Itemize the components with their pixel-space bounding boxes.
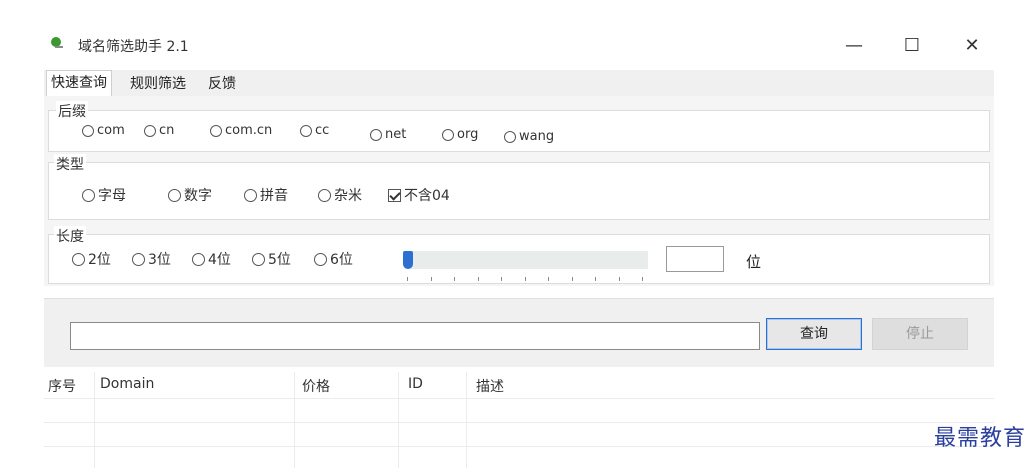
checkbox-checked-icon bbox=[388, 188, 401, 202]
slider-tick bbox=[524, 277, 526, 281]
slider-tick bbox=[642, 277, 643, 281]
radio-icon bbox=[252, 252, 265, 266]
suffix-org-radio[interactable]: org bbox=[442, 127, 478, 142]
suffix-net-radio[interactable]: net bbox=[370, 127, 406, 142]
radio-icon bbox=[82, 124, 94, 137]
tab-rule-filter[interactable]: 规则筛选 bbox=[126, 72, 190, 96]
length-4-radio[interactable]: 4位 bbox=[192, 249, 231, 269]
type-label: 类型 bbox=[54, 154, 86, 174]
window-title: 域名筛选助手 2.1 bbox=[78, 39, 189, 55]
slider-tick bbox=[595, 277, 596, 281]
column-divider bbox=[294, 372, 295, 468]
length-label: 长度 bbox=[54, 226, 86, 246]
radio-icon bbox=[314, 252, 327, 266]
slider-tick bbox=[477, 277, 479, 281]
type-mixed-radio[interactable]: 杂米 bbox=[318, 185, 362, 205]
radio-icon bbox=[442, 128, 454, 141]
results-table-header: 序号 Domain 价格 ID 描述 bbox=[44, 372, 994, 398]
radio-icon bbox=[370, 128, 382, 141]
radio-icon bbox=[132, 252, 145, 266]
radio-icon bbox=[318, 188, 331, 202]
row-divider bbox=[44, 422, 994, 423]
tab-feedback[interactable]: 反馈 bbox=[204, 72, 240, 96]
row-divider bbox=[44, 398, 994, 399]
tab-bar: 快速查询 规则筛选 反馈 bbox=[44, 70, 994, 98]
search-button[interactable]: 查询 bbox=[766, 318, 862, 350]
radio-icon bbox=[72, 252, 85, 266]
suffix-wang-radio[interactable]: wang bbox=[504, 129, 554, 144]
type-letter-radio[interactable]: 字母 bbox=[82, 185, 126, 205]
slider-tick bbox=[571, 277, 573, 281]
column-header-price[interactable]: 价格 bbox=[302, 376, 330, 396]
radio-icon bbox=[144, 124, 156, 137]
minimize-icon: — bbox=[845, 34, 863, 56]
column-header-id[interactable]: ID bbox=[408, 376, 423, 392]
length-number-input[interactable] bbox=[666, 246, 724, 272]
slider-tick bbox=[548, 277, 549, 281]
close-icon: ✕ bbox=[964, 34, 980, 56]
tab-quick-query[interactable]: 快速查询 bbox=[46, 70, 112, 98]
app-leaf-icon bbox=[51, 37, 63, 48]
slider-tick bbox=[430, 277, 432, 281]
exclude-04-checkbox[interactable]: 不含04 bbox=[388, 185, 450, 205]
suffix-cc-radio[interactable]: cc bbox=[300, 123, 329, 138]
maximize-button[interactable]: ☐ bbox=[892, 30, 932, 60]
radio-icon bbox=[244, 188, 257, 202]
minimize-button[interactable]: — bbox=[834, 30, 874, 60]
length-6-radio[interactable]: 6位 bbox=[314, 249, 353, 269]
suffix-label: 后缀 bbox=[56, 101, 88, 121]
query-input[interactable] bbox=[70, 322, 760, 350]
length-2-radio[interactable]: 2位 bbox=[72, 249, 111, 269]
radio-icon bbox=[210, 124, 222, 137]
slider-tick bbox=[618, 277, 620, 281]
slider-tick bbox=[454, 277, 455, 281]
column-header-index[interactable]: 序号 bbox=[48, 376, 76, 396]
radio-icon bbox=[300, 124, 312, 137]
length-3-radio[interactable]: 3位 bbox=[132, 249, 171, 269]
row-divider bbox=[44, 446, 994, 447]
length-slider-track[interactable] bbox=[405, 251, 648, 269]
stop-button[interactable]: 停止 bbox=[872, 318, 968, 350]
close-button[interactable]: ✕ bbox=[952, 30, 992, 60]
length-slider-thumb[interactable] bbox=[403, 251, 413, 269]
radio-icon bbox=[82, 188, 95, 202]
length-unit-label: 位 bbox=[746, 253, 762, 271]
type-pinyin-radio[interactable]: 拼音 bbox=[244, 185, 288, 205]
column-header-domain[interactable]: Domain bbox=[100, 376, 154, 392]
slider-tick bbox=[407, 277, 408, 281]
radio-icon bbox=[192, 252, 205, 266]
length-5-radio[interactable]: 5位 bbox=[252, 249, 291, 269]
suffix-com-radio[interactable]: com bbox=[82, 123, 125, 138]
watermark-text: 最需教育 bbox=[933, 426, 1026, 451]
radio-icon bbox=[504, 130, 516, 143]
column-divider bbox=[398, 372, 399, 468]
column-divider bbox=[94, 372, 95, 468]
suffix-comcn-radio[interactable]: com.cn bbox=[210, 123, 272, 138]
type-number-radio[interactable]: 数字 bbox=[168, 185, 212, 205]
slider-tick bbox=[501, 277, 502, 281]
maximize-icon: ☐ bbox=[903, 34, 921, 56]
radio-icon bbox=[168, 188, 181, 202]
column-divider bbox=[466, 372, 467, 468]
suffix-cn-radio[interactable]: cn bbox=[144, 123, 174, 138]
column-header-description[interactable]: 描述 bbox=[476, 376, 504, 396]
